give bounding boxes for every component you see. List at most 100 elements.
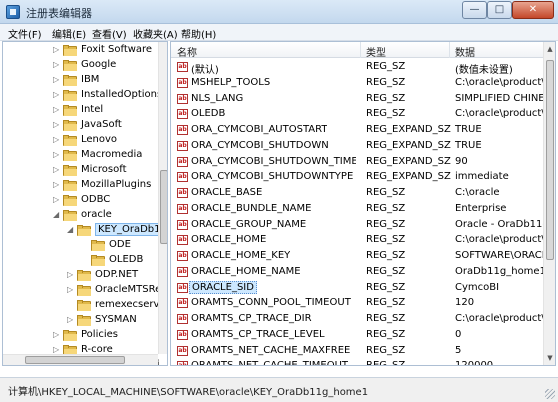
column-divider[interactable] xyxy=(449,42,450,58)
value-row[interactable]: ab ORACLE_BASE REG_SZ C:\oracle xyxy=(171,185,543,201)
expand-arrow-icon[interactable]: ▷ xyxy=(53,180,61,189)
string-value-icon: ab xyxy=(177,345,188,356)
tree-item-label: MozillaPlugins xyxy=(81,179,152,190)
value-data: 120000 xyxy=(455,360,494,366)
value-row[interactable]: ab (默认) REG_SZ (数值未设置) xyxy=(171,59,543,76)
string-value-icon: ab xyxy=(177,298,188,309)
expand-arrow-icon[interactable]: ▷ xyxy=(53,150,61,159)
menu-help[interactable]: 帮助(H) xyxy=(181,26,216,41)
tree-item[interactable]: ▷ SYSMAN xyxy=(3,313,158,328)
expand-arrow-icon[interactable]: ▷ xyxy=(53,105,61,114)
scroll-up-arrow-icon[interactable]: ▲ xyxy=(544,42,555,56)
value-type: REG_EXPAND_SZ xyxy=(366,124,451,135)
menu-view[interactable]: 查看(V) xyxy=(92,26,127,41)
value-row[interactable]: ab MSHELP_TOOLS REG_SZ C:\oracle\product\ xyxy=(171,75,545,91)
value-row[interactable]: ab ORAMTS_CP_TRACE_LEVEL REG_SZ 0 xyxy=(171,327,543,343)
list-vertical-scroll-thumb[interactable] xyxy=(546,60,554,260)
tree-item[interactable]: ▷ OracleMTSRe xyxy=(3,283,161,298)
expand-arrow-icon[interactable]: ▷ xyxy=(53,120,61,129)
value-row[interactable]: ab ORAMTS_NET_CACHE_MAXFREE REG_SZ 5 xyxy=(171,343,543,359)
expand-arrow-icon[interactable]: ▷ xyxy=(67,285,75,294)
expand-arrow-icon[interactable]: ▷ xyxy=(53,330,61,339)
tree-item[interactable]: ▷ IBM xyxy=(3,73,158,88)
value-row[interactable]: ab ORACLE_HOME REG_SZ C:\oracle\product\ xyxy=(171,232,545,248)
collapse-arrow-icon[interactable]: ◢ xyxy=(53,210,61,219)
tree-item[interactable]: ▷ Foxit Software xyxy=(3,43,158,58)
tree-horizontal-scroll-thumb[interactable] xyxy=(25,356,125,364)
column-header-data[interactable]: 数据 xyxy=(455,44,475,59)
value-name: ORAMTS_CP_TRACE_LEVEL xyxy=(191,328,325,340)
expand-arrow-icon[interactable]: ▷ xyxy=(53,345,61,354)
tree-item-label: Google xyxy=(81,59,117,70)
tree-item[interactable]: ◢ oracle xyxy=(3,208,158,223)
value-name: ORA_CYMCOBI_SHUTDOWNTYPE xyxy=(191,171,354,183)
value-name: ORACLE_HOME_KEY xyxy=(191,250,291,261)
value-row[interactable]: ab NLS_LANG REG_SZ SIMPLIFIED CHINE xyxy=(171,91,545,107)
minimize-button[interactable]: — xyxy=(462,1,487,19)
tree-item[interactable]: ▷ ODBC xyxy=(3,193,158,208)
expand-arrow-icon[interactable]: ▷ xyxy=(53,60,61,69)
column-divider[interactable] xyxy=(360,42,361,58)
value-name: ORACLE_SID xyxy=(189,280,257,294)
column-header-type[interactable]: 类型 xyxy=(366,44,386,59)
tree-item[interactable]: ODE xyxy=(3,238,158,253)
expand-arrow-icon[interactable]: ▷ xyxy=(53,135,61,144)
expand-arrow-icon[interactable]: ▷ xyxy=(53,75,61,84)
resize-grip-icon[interactable] xyxy=(545,389,555,399)
tree-vertical-scroll-thumb[interactable] xyxy=(160,170,167,244)
collapse-arrow-icon[interactable]: ◢ xyxy=(67,225,75,234)
value-row[interactable]: ab ORAMTS_CP_TRACE_DIR REG_SZ C:\oracle\pro… xyxy=(171,311,545,327)
value-row[interactable]: ab ORAMTS_NET_CACHE_TIMEOUT REG_SZ 120000 xyxy=(171,358,543,366)
tree-item[interactable]: ▷ Macromedia xyxy=(3,148,158,163)
tree-item[interactable]: ▷ MozillaPlugins xyxy=(3,178,158,193)
value-row[interactable]: abORA_CYMCOBI_SHUTDOWN_TIMEO... REG_EXPAN… xyxy=(171,154,543,170)
menu-edit[interactable]: 编辑(E) xyxy=(52,26,86,41)
value-list[interactable]: 名称 类型 数据 ab (默认) REG_SZ (数值未设置) ab MSHELP_TOO… xyxy=(170,41,556,366)
tree-item[interactable]: ◢ KEY_OraDb11g xyxy=(3,223,167,238)
expand-arrow-icon[interactable]: ▷ xyxy=(67,315,75,324)
registry-tree[interactable]: ▷ Foxit Software ▷ Google ▷ IBM ▷ InstalledOpti… xyxy=(2,41,168,366)
value-row[interactable]: ab ORACLE_GROUP_NAME REG_SZ Oracle - OraDb1… xyxy=(171,217,549,233)
value-name: ORACLE_HOME xyxy=(191,234,267,246)
tree-item[interactable]: OLEDB xyxy=(3,253,158,268)
value-data: C:\oracle xyxy=(455,187,500,198)
tree-item[interactable]: ▷ Microsoft xyxy=(3,163,158,178)
expand-arrow-icon[interactable]: ▷ xyxy=(53,195,61,204)
expand-arrow-icon[interactable]: ▷ xyxy=(53,165,61,174)
string-value-icon: ab xyxy=(177,140,188,151)
value-row[interactable]: ab ORACLE_SID REG_SZ CymcoBI xyxy=(171,280,543,296)
column-header-name[interactable]: 名称 xyxy=(177,44,197,59)
scroll-down-arrow-icon[interactable]: ▼ xyxy=(544,351,555,365)
tree-item[interactable]: ▷ JavaSoft xyxy=(3,118,158,133)
close-button[interactable]: ✕ xyxy=(512,1,554,19)
tree-horizontal-scrollbar[interactable] xyxy=(3,354,158,365)
value-row[interactable]: ab ORAMTS_CONN_POOL_TIMEOUT REG_SZ 120 xyxy=(171,295,543,311)
value-row[interactable]: ab OLEDB REG_SZ C:\oracle\product\ xyxy=(171,106,545,122)
tree-vertical-scrollbar[interactable] xyxy=(158,42,167,354)
value-name: ORAMTS_CONN_POOL_TIMEOUT xyxy=(191,297,351,309)
value-row[interactable]: ab ORACLE_BUNDLE_NAME REG_SZ Enterprise xyxy=(171,201,543,217)
tree-item[interactable]: remexecservi xyxy=(3,298,162,313)
tree-item[interactable]: ▷ InstalledOptions xyxy=(3,88,162,103)
value-type: REG_SZ xyxy=(366,297,406,309)
expand-arrow-icon[interactable]: ▷ xyxy=(53,90,61,99)
menu-file[interactable]: 文件(F) xyxy=(8,26,42,41)
tree-item[interactable]: ▷ ODP.NET xyxy=(3,268,158,283)
value-row[interactable]: ab ORA_CYMCOBI_SHUTDOWNTYPE REG_EXPAND_SZ i… xyxy=(171,169,543,185)
tree-item[interactable]: ▷ Lenovo xyxy=(3,133,158,148)
value-row[interactable]: ab ORA_CYMCOBI_SHUTDOWN REG_EXPAND_SZ TRUE xyxy=(171,138,543,154)
menu-favorites[interactable]: 收藏夹(A) xyxy=(133,26,178,41)
tree-item[interactable]: ▷ Policies xyxy=(3,328,158,343)
maximize-button[interactable]: □ xyxy=(487,1,512,19)
value-row[interactable]: ab ORACLE_HOME_NAME REG_SZ OraDb11g_home1 xyxy=(171,264,546,280)
value-row[interactable]: ab ORA_CYMCOBI_AUTOSTART REG_EXPAND_SZ TRUE xyxy=(171,122,543,138)
folder-icon xyxy=(63,195,77,206)
tree-item[interactable]: ▷ Google xyxy=(3,58,158,73)
value-name: ORACLE_BASE xyxy=(191,187,263,198)
string-value-icon: ab xyxy=(177,62,188,72)
expand-arrow-icon[interactable]: ▷ xyxy=(67,270,75,279)
tree-item[interactable]: ▷ Intel xyxy=(3,103,158,118)
expand-arrow-icon[interactable]: ▷ xyxy=(53,45,61,54)
value-row[interactable]: ab ORACLE_HOME_KEY REG_SZ SOFTWARE\ORACL xyxy=(171,248,547,264)
list-vertical-scrollbar[interactable]: ▲ ▼ xyxy=(543,42,555,365)
